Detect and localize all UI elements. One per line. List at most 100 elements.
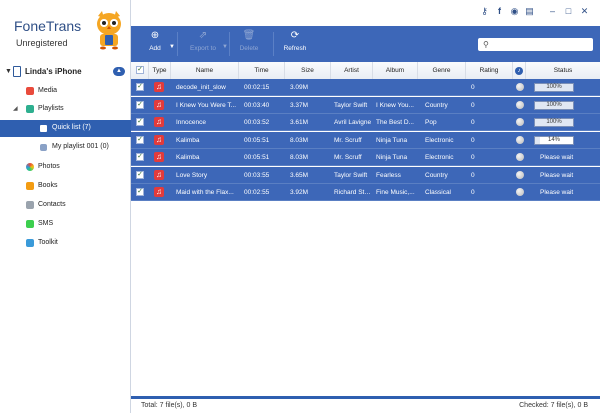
row-checkbox[interactable]: ✓ bbox=[136, 83, 144, 91]
registration-status: Unregistered bbox=[16, 38, 68, 48]
cell-time: 00:03:55 bbox=[244, 171, 270, 179]
rating-dot-icon[interactable] bbox=[516, 153, 524, 161]
key-icon[interactable]: ⚷ bbox=[479, 6, 490, 17]
sidebar-item-playlists[interactable]: ◢ Playlists bbox=[0, 101, 131, 118]
music-file-icon: ♫ bbox=[154, 117, 164, 127]
rating-dot-icon[interactable] bbox=[516, 118, 524, 126]
sidebar-item-label: My playlist 001 (0) bbox=[52, 143, 109, 150]
header-artist[interactable]: Artist bbox=[331, 62, 373, 79]
row-checkbox[interactable]: ✓ bbox=[136, 100, 144, 109]
progress-bar: 14% bbox=[534, 135, 574, 145]
progress-label: 100% bbox=[546, 119, 562, 125]
toolbar: ⊕ Add ▼ ⇗ Export to ▼ 🗑 Delete ⟳ Refresh… bbox=[131, 26, 600, 62]
status-bar-line bbox=[131, 396, 600, 399]
add-icon: ⊕ bbox=[150, 30, 160, 41]
sidebar-item-sms[interactable]: SMS bbox=[0, 216, 131, 233]
export-dropdown-icon[interactable]: ▼ bbox=[222, 44, 228, 50]
header-time[interactable]: Time bbox=[239, 62, 285, 79]
export-button[interactable]: ⇗ Export to bbox=[183, 30, 223, 60]
cell-rating: 0 bbox=[471, 84, 475, 91]
table-row[interactable]: ✓ ♫ Kalimba 00:05:51 8.03M Mr. Scruff Ninja Tu… bbox=[131, 149, 600, 166]
table-row[interactable]: ✓ ♫ decode_init_slow 00:02:15 3.09M 0 100% bbox=[131, 79, 600, 96]
header-name[interactable]: Name bbox=[171, 62, 239, 79]
cell-name: Innocence bbox=[176, 119, 206, 126]
cell-artist: Taylor Swift bbox=[334, 101, 368, 109]
cell-genre: Electronic bbox=[425, 136, 454, 144]
menu-icon[interactable]: ▤ bbox=[524, 6, 535, 17]
total-files: Total: 7 file(s), 0 B bbox=[141, 402, 198, 409]
header-type[interactable]: Type bbox=[149, 62, 171, 79]
rating-dot-icon[interactable] bbox=[516, 135, 524, 144]
cell-name: decode_init_slow bbox=[176, 84, 226, 91]
cell-rating: 0 bbox=[471, 154, 475, 161]
sidebar-item-photos[interactable]: Photos bbox=[0, 159, 131, 176]
cell-album: I Knew You... bbox=[376, 101, 414, 109]
cell-genre: Country bbox=[425, 101, 448, 109]
header-select-all[interactable]: ✓ bbox=[131, 62, 149, 79]
sidebar-item-toolkit[interactable]: Toolkit bbox=[0, 235, 131, 252]
table-row[interactable]: ✓ ♫ Maid with the Flax... 00:02:55 3.92M Rich… bbox=[131, 184, 600, 201]
table-row[interactable]: ✓ ♫ Love Story 00:03:55 3.65M Taylor Swift Fea… bbox=[131, 166, 600, 184]
brand: FoneTrans Unregistered bbox=[0, 0, 131, 60]
progress-label: 100% bbox=[546, 84, 562, 90]
row-checkbox[interactable]: ✓ bbox=[136, 135, 144, 144]
sidebar-item-media[interactable]: Media bbox=[0, 83, 131, 100]
table-row[interactable]: ✓ ♫ Innocence 00:03:52 3.61M Avril Lavigne The… bbox=[131, 114, 600, 131]
header-size[interactable]: Size bbox=[285, 62, 331, 79]
sidebar-item-contacts[interactable]: Contacts bbox=[0, 197, 131, 214]
sidebar-item-label: Media bbox=[38, 87, 58, 94]
header-rating[interactable]: Rating bbox=[466, 62, 513, 79]
refresh-button[interactable]: ⟳ Refresh bbox=[275, 30, 315, 60]
rating-dot-icon[interactable] bbox=[516, 170, 524, 179]
sidebar-item-my-playlist-001[interactable]: My playlist 001 (0) bbox=[0, 139, 131, 156]
cell-time: 00:03:52 bbox=[244, 119, 270, 126]
music-file-icon: ♫ bbox=[154, 169, 164, 180]
device-row[interactable]: ▼ Linda's iPhone ▲ bbox=[0, 65, 131, 79]
rating-dot-icon[interactable] bbox=[516, 83, 524, 91]
sidebar-item-label: Quick list (7) bbox=[52, 124, 91, 131]
collapse-arrow-icon[interactable]: ◢ bbox=[13, 105, 18, 112]
eject-button[interactable]: ▲ bbox=[113, 67, 125, 76]
row-checkbox[interactable]: ✓ bbox=[136, 188, 144, 196]
delete-label: Delete bbox=[239, 45, 259, 52]
rating-dot-icon[interactable] bbox=[516, 100, 524, 109]
cell-artist: Mr. Scruff bbox=[334, 154, 362, 161]
cell-artist: Richard Sto... bbox=[334, 189, 372, 196]
sidebar-item-books[interactable]: Books bbox=[0, 178, 131, 195]
cell-name: Maid with the Flax... bbox=[176, 189, 234, 196]
close-icon[interactable]: ✕ bbox=[579, 6, 590, 17]
status-text: Please wait bbox=[540, 189, 574, 196]
media-icon bbox=[26, 87, 34, 95]
search-input[interactable]: ⚲ bbox=[478, 38, 593, 51]
cell-album: The Best D... bbox=[376, 119, 414, 126]
header-genre[interactable]: Genre bbox=[418, 62, 466, 79]
expand-arrow-icon[interactable]: ▼ bbox=[5, 68, 12, 75]
cell-time: 00:05:51 bbox=[244, 136, 270, 144]
row-checkbox[interactable]: ✓ bbox=[136, 153, 144, 161]
delete-button[interactable]: 🗑 Delete bbox=[229, 30, 269, 60]
add-dropdown-icon[interactable]: ▼ bbox=[169, 44, 175, 50]
header-music-icon[interactable]: ♪ bbox=[513, 62, 526, 79]
title-bar: ⚷ f ◉ ▤ – □ ✕ bbox=[131, 0, 600, 26]
rating-dot-icon[interactable] bbox=[516, 188, 524, 196]
chat-icon[interactable]: ◉ bbox=[509, 6, 520, 17]
trash-icon: 🗑 bbox=[242, 30, 256, 41]
sidebar-item-quick-list[interactable]: Quick list (7) bbox=[0, 120, 131, 137]
sidebar-item-label: Books bbox=[38, 182, 58, 189]
export-label: Export to bbox=[189, 45, 216, 52]
header-album[interactable]: Album bbox=[373, 62, 418, 79]
playlists-icon bbox=[26, 105, 34, 113]
header-status[interactable]: Status bbox=[526, 62, 600, 79]
row-checkbox[interactable]: ✓ bbox=[136, 170, 144, 179]
table-row[interactable]: ✓ ♫ I Knew You Were T... 00:03:40 3.37M Taylo… bbox=[131, 96, 600, 114]
music-file-icon: ♫ bbox=[154, 187, 164, 197]
facebook-icon[interactable]: f bbox=[494, 6, 505, 17]
maximize-icon[interactable]: □ bbox=[563, 6, 574, 17]
select-all-checkbox[interactable]: ✓ bbox=[136, 66, 144, 74]
cell-size: 3.09M bbox=[290, 84, 309, 91]
row-checkbox[interactable]: ✓ bbox=[136, 118, 144, 126]
minimize-icon[interactable]: – bbox=[547, 6, 558, 17]
sidebar-item-label: Toolkit bbox=[38, 239, 58, 246]
table-row[interactable]: ✓ ♫ Kalimba 00:05:51 8.03M Mr. Scruff Ninja Tu… bbox=[131, 131, 600, 149]
table-header: ✓ Type Name Time Size Artist Album Genre… bbox=[131, 62, 600, 80]
